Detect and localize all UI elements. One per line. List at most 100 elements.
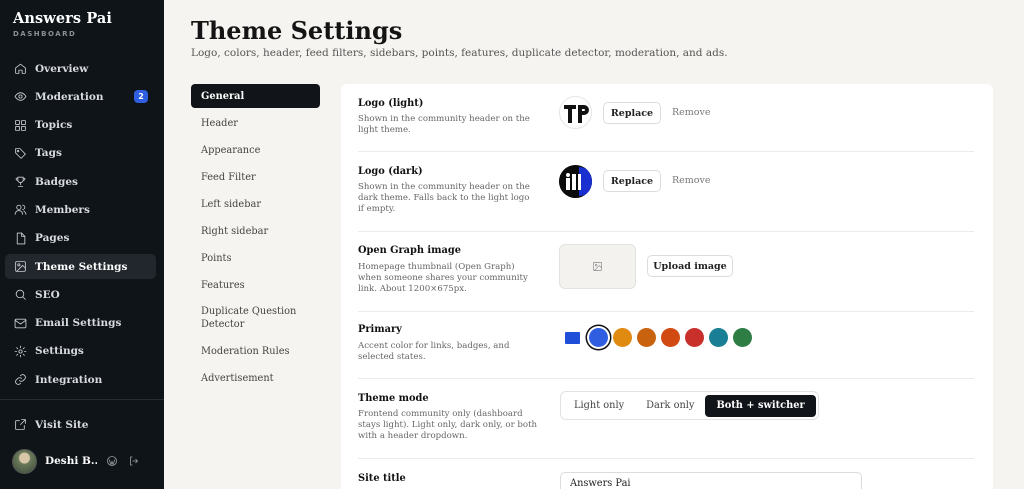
- sidebar-nav: Overview Moderation 2 Topics Tags Badges…: [5, 56, 156, 396]
- sidebar-item-email-settings[interactable]: Email Settings: [5, 311, 156, 336]
- sidebar-item-label: SEO: [35, 288, 60, 301]
- logo-dark-desc: Shown in the community header on the dar…: [358, 182, 530, 214]
- image-icon: [13, 260, 27, 274]
- sidebar-item-label: Moderation: [35, 90, 104, 103]
- theme-mode-both-switcher[interactable]: Both + switcher: [705, 394, 816, 417]
- primary-label: Primary: [358, 324, 402, 335]
- sidebar-item-label: Theme Settings: [35, 260, 128, 273]
- tab-appearance[interactable]: Appearance: [191, 138, 320, 162]
- sidebar-item-label: Topics: [35, 119, 73, 132]
- sidebar-item-integration[interactable]: Integration: [5, 367, 156, 392]
- logo-dark-image: [559, 165, 592, 198]
- sidebar-item-label: Pages: [35, 232, 70, 245]
- visit-site-section: Visit Site: [5, 412, 156, 440]
- wordpress-icon[interactable]: [105, 454, 119, 468]
- theme-mode-dark-only[interactable]: Dark only: [635, 395, 705, 417]
- trophy-icon: [13, 175, 27, 189]
- external-link-icon: [13, 418, 27, 432]
- logo-light-remove-button[interactable]: Remove: [672, 107, 711, 118]
- logo-light-label: Logo (light): [358, 98, 424, 109]
- og-image-row: Open Graph image Homepage thumbnail (Ope…: [358, 232, 974, 312]
- sidebar-item-label: Overview: [35, 62, 89, 75]
- settings-subnav: General Header Appearance Feed Filter Le…: [191, 84, 320, 393]
- link-icon: [13, 373, 27, 387]
- primary-color-row: Primary Accent color for links, badges, …: [358, 312, 974, 379]
- gear-icon: [13, 344, 27, 358]
- sidebar-item-moderation[interactable]: Moderation 2: [5, 84, 156, 109]
- logo-light-preview: [559, 96, 592, 129]
- sidebar-divider: [0, 399, 164, 400]
- sidebar-item-theme-settings[interactable]: Theme Settings: [5, 254, 156, 280]
- tab-header[interactable]: Header: [191, 111, 320, 135]
- logo-light-desc: Shown in the community header on the lig…: [358, 114, 530, 135]
- mail-icon: [13, 316, 27, 330]
- moderation-count-badge: 2: [134, 90, 148, 104]
- tag-icon: [13, 146, 27, 160]
- site-title-input[interactable]: Answers Pai: [560, 472, 862, 489]
- sidebar: Answers Pai DASHBOARD Overview Moderatio…: [0, 0, 164, 489]
- tab-general[interactable]: General: [191, 84, 320, 108]
- sidebar-item-overview[interactable]: Overview: [5, 56, 156, 81]
- tab-features[interactable]: Features: [191, 273, 320, 297]
- eye-icon: [13, 90, 27, 104]
- sidebar-item-settings[interactable]: Settings: [5, 339, 156, 364]
- user-profile: Deshi B...: [12, 448, 160, 474]
- sidebar-item-seo[interactable]: SEO: [5, 282, 156, 307]
- tab-feed-filter[interactable]: Feed Filter: [191, 165, 320, 189]
- visit-site-link[interactable]: Visit Site: [5, 412, 156, 437]
- swatch-burnt-orange[interactable]: [661, 328, 680, 347]
- theme-mode-desc: Frontend community only (dashboard stays…: [358, 409, 538, 441]
- logout-icon[interactable]: [127, 454, 141, 468]
- image-placeholder-icon: [593, 262, 602, 271]
- file-icon: [13, 231, 27, 245]
- logo-dark-label: Logo (dark): [358, 166, 423, 177]
- sidebar-item-label: Tags: [35, 147, 62, 160]
- sidebar-item-label: Integration: [35, 373, 103, 386]
- search-icon: [13, 288, 27, 302]
- sidebar-item-label: Badges: [35, 175, 78, 188]
- tab-advertisement[interactable]: Advertisement: [191, 366, 320, 390]
- sidebar-item-tags[interactable]: Tags: [5, 141, 156, 166]
- og-image-desc: Homepage thumbnail (Open Graph) when som…: [358, 262, 528, 294]
- tab-moderation-rules[interactable]: Moderation Rules: [191, 339, 320, 363]
- logo-dark-remove-button[interactable]: Remove: [672, 175, 711, 186]
- tab-right-sidebar[interactable]: Right sidebar: [191, 219, 320, 243]
- swatch-blue[interactable]: [589, 328, 608, 347]
- sidebar-item-badges[interactable]: Badges: [5, 169, 156, 194]
- tab-points[interactable]: Points: [191, 246, 320, 270]
- swatch-teal[interactable]: [709, 328, 728, 347]
- swatch-orange[interactable]: [637, 328, 656, 347]
- theme-mode-label: Theme mode: [358, 393, 429, 404]
- theme-mode-row: Theme mode Frontend community only (dash…: [358, 379, 974, 459]
- avatar[interactable]: [12, 448, 37, 474]
- swatch-green[interactable]: [733, 328, 752, 347]
- logo-light-replace-button[interactable]: Replace: [603, 102, 661, 124]
- site-title-row: Site title Answers Pai: [358, 459, 974, 489]
- swatch-red[interactable]: [685, 328, 704, 347]
- sidebar-item-label: Email Settings: [35, 317, 122, 330]
- current-color-preview[interactable]: [565, 331, 580, 344]
- swatch-amber[interactable]: [613, 328, 632, 347]
- og-image-preview[interactable]: [559, 244, 636, 289]
- sidebar-item-topics[interactable]: Topics: [5, 113, 156, 138]
- grid-icon: [13, 118, 27, 132]
- home-icon: [13, 62, 27, 76]
- logo-dark-preview: [559, 165, 592, 198]
- sidebar-item-pages[interactable]: Pages: [5, 226, 156, 251]
- page-title: Theme Settings: [191, 16, 403, 45]
- sidebar-item-members[interactable]: Members: [5, 197, 156, 222]
- user-name[interactable]: Deshi B...: [45, 455, 97, 467]
- visit-site-label: Visit Site: [35, 418, 89, 431]
- brand-subtitle: DASHBOARD: [13, 30, 77, 38]
- users-icon: [13, 203, 27, 217]
- primary-desc: Accent color for links, badges, and sele…: [358, 341, 510, 362]
- color-swatches: [565, 328, 757, 347]
- tab-duplicate-question-detector[interactable]: Duplicate Question Detector: [191, 300, 320, 336]
- upload-image-button[interactable]: Upload image: [647, 255, 733, 277]
- theme-mode-light-only[interactable]: Light only: [563, 395, 635, 417]
- tab-left-sidebar[interactable]: Left sidebar: [191, 192, 320, 216]
- logo-dark-replace-button[interactable]: Replace: [603, 170, 661, 192]
- logo-dark-row: Logo (dark) Shown in the community heade…: [358, 152, 974, 232]
- og-image-label: Open Graph image: [358, 245, 461, 256]
- brand[interactable]: Answers Pai DASHBOARD: [13, 10, 112, 38]
